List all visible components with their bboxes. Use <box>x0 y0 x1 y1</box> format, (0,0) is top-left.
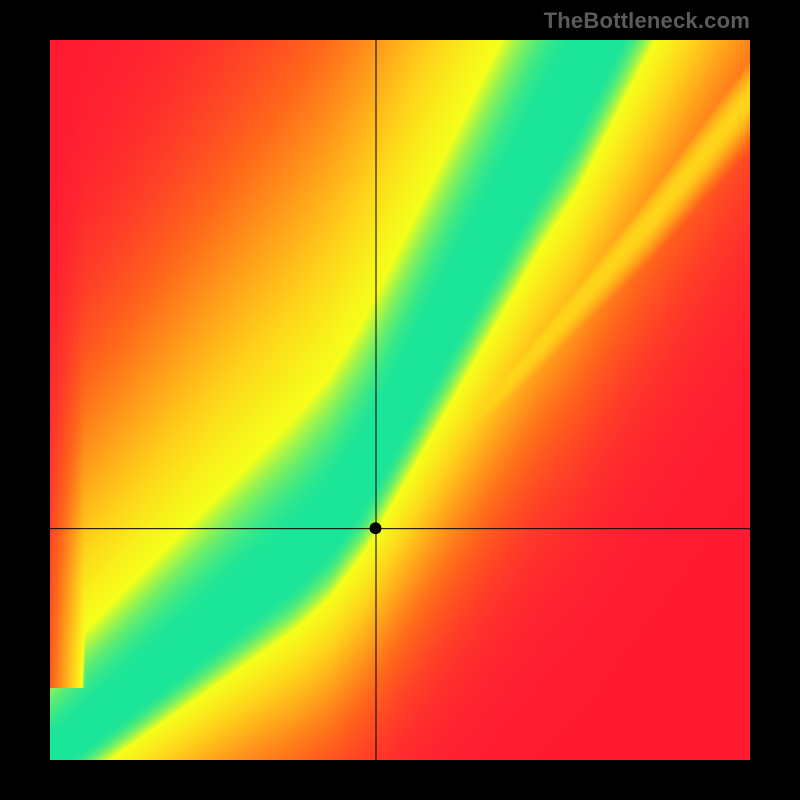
heatmap-canvas <box>50 40 750 760</box>
watermark-text: TheBottleneck.com <box>544 8 750 34</box>
heatmap-plot <box>50 40 750 760</box>
chart-frame: TheBottleneck.com <box>0 0 800 800</box>
